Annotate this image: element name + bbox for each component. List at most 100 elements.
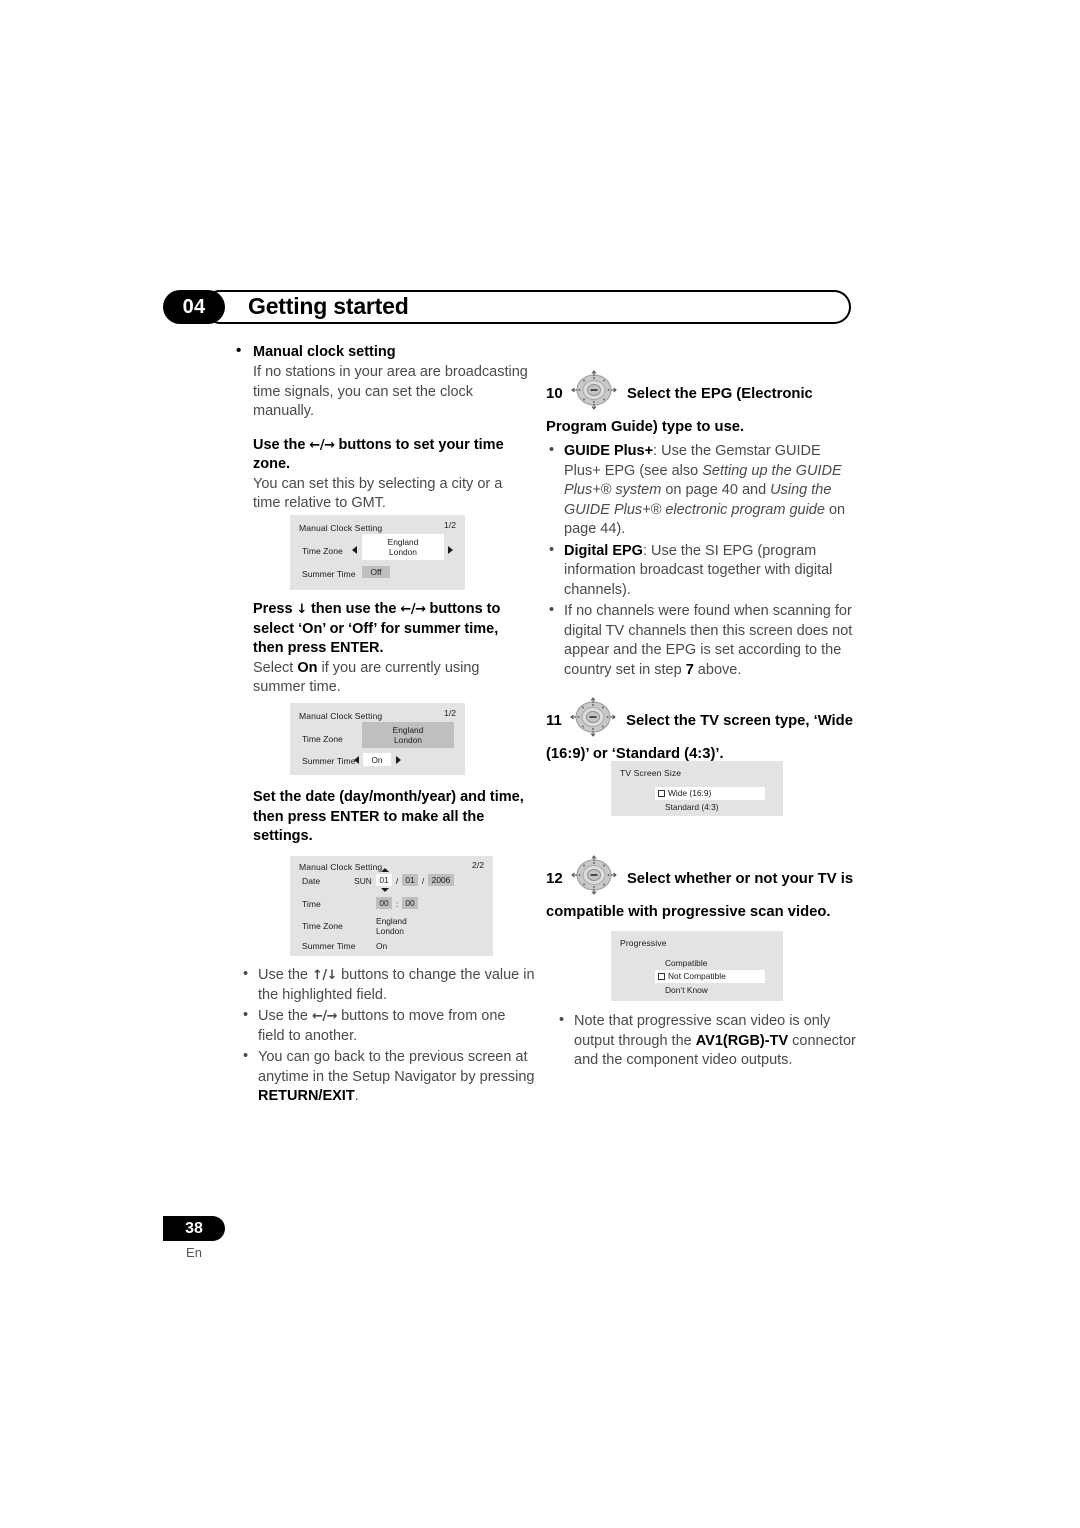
- note3-pre: You can go back to the previous screen a…: [258, 1049, 535, 1085]
- dialog1-right-arrow-icon[interactable]: [448, 546, 453, 554]
- list-item: GUIDE Plus+: Use the Gemstar GUIDE Plus+…: [546, 441, 856, 540]
- dialog2-timezone-line1: England: [392, 725, 424, 735]
- manual-page: 04 Getting started Manual clock setting …: [0, 0, 1080, 1528]
- summer-body-bold: On: [297, 659, 318, 676]
- timezone-heading-pre: Use the: [253, 436, 310, 453]
- dialog1-timezone-field[interactable]: England London: [362, 534, 444, 560]
- list-item: You can go back to the previous screen a…: [240, 1047, 535, 1107]
- left-right-arrow-icon-3: ←/→: [312, 1009, 338, 1024]
- dialog1-summer-label: Summer Time: [302, 569, 356, 579]
- option-dont-know[interactable]: Don‘t Know: [665, 985, 708, 996]
- bullet-guide-plus-b: on page 40 and: [661, 482, 771, 498]
- note3-post: .: [354, 1088, 359, 1104]
- page-footer: 38 En: [163, 1216, 225, 1260]
- step-10-number: 10: [546, 385, 563, 402]
- dialog1-timezone-line2: London: [389, 547, 417, 557]
- summer-heading-a: Press: [253, 601, 297, 617]
- dialog-tv-screen-size: TV Screen Size Wide (16:9) Standard (4:3…: [611, 761, 783, 816]
- step-12-number: 12: [546, 870, 563, 887]
- list-item: Digital EPG: Use the SI EPG (program inf…: [546, 541, 856, 601]
- dialog3-title: Manual Clock Setting: [299, 862, 383, 872]
- dialog3-date-sep1: /: [395, 876, 399, 886]
- dialog3-date-year-field[interactable]: 2006: [428, 874, 454, 886]
- dialog1-title: Manual Clock Setting: [299, 523, 383, 533]
- dialog3-page-indicator: 2/2: [472, 860, 484, 870]
- dialog1-timezone-line1: England: [387, 537, 419, 547]
- summer-step-body: Select On if you are currently using sum…: [231, 659, 531, 698]
- note-list: Use the ↑/↓ buttons to change the value …: [240, 965, 535, 1107]
- list-item: If no channels were found when scanning …: [546, 601, 856, 680]
- dialog3-timezone-line1: England: [376, 916, 407, 926]
- dialog3-date-month-field[interactable]: 01: [402, 874, 418, 886]
- option-compatible[interactable]: Compatible: [665, 958, 707, 969]
- progressive-note-list: Note that progressive scan video is only…: [556, 1011, 856, 1071]
- step-10-bullets: GUIDE Plus+: Use the Gemstar GUIDE Plus+…: [546, 441, 856, 680]
- dialog-tv-title: TV Screen Size: [620, 768, 682, 778]
- dpad-icon: [571, 370, 617, 417]
- step-11-number: 11: [546, 712, 562, 729]
- dialog3-summer-label: Summer Time: [302, 941, 356, 951]
- dialog-manual-clock-2: Manual Clock Setting 1/2 Time Zone Engla…: [290, 703, 465, 775]
- bullet-guide-plus-label: GUIDE Plus+: [564, 443, 654, 459]
- note3-bold: RETURN/EXIT: [258, 1088, 355, 1104]
- left-right-arrow-icon: ←/→: [309, 437, 335, 453]
- step-11-block: 11 Select the TV screen type, ‘Wide (16:…: [546, 697, 861, 765]
- dialog2-page-indicator: 1/2: [444, 708, 456, 718]
- dialog1-left-arrow-icon[interactable]: [352, 546, 357, 554]
- dialog3-date-day-field[interactable]: 01: [376, 874, 392, 886]
- option-wide-16-9[interactable]: Wide (16:9): [655, 787, 765, 800]
- dialog-manual-clock-1: Manual Clock Setting 1/2 Time Zone Engla…: [290, 515, 465, 590]
- right-column: 10 Select the EPG (Electronic Program Gu…: [546, 370, 856, 682]
- dialog2-timezone-label: Time Zone: [302, 734, 343, 744]
- dialog1-summer-field[interactable]: Off: [362, 566, 390, 578]
- bullet-digital-epg-label: Digital EPG: [564, 542, 643, 559]
- left-right-arrow-icon-2: ←/→: [400, 602, 426, 617]
- dialog3-time-sep: :: [395, 899, 399, 909]
- left-column-part2: Press ↓ then use the ←/→ buttons to sele…: [231, 600, 531, 698]
- dialog3-time-min-field[interactable]: 00: [402, 897, 418, 909]
- chapter-badge: 04: [163, 290, 225, 324]
- dpad-icon: [571, 855, 617, 902]
- page-header: 04 Getting started: [163, 290, 853, 324]
- up-down-arrow-icon: ↑/↓: [312, 968, 338, 983]
- list-item: Use the ←/→ buttons to move from one fie…: [240, 1006, 535, 1046]
- down-arrow-icon: ↓: [296, 602, 308, 617]
- dialog3-time-hour-field[interactable]: 00: [376, 897, 392, 909]
- dialog1-timezone-label: Time Zone: [302, 546, 343, 556]
- option-not-compatible[interactable]: Not Compatible: [655, 970, 765, 983]
- list-item: Use the ↑/↓ buttons to change the value …: [240, 965, 535, 1005]
- dialog3-timezone-label: Time Zone: [302, 921, 343, 931]
- dialog3-date-down-arrow-icon[interactable]: [381, 888, 389, 892]
- option-standard-4-3[interactable]: Standard (4:3): [665, 802, 719, 813]
- list-item: Note that progressive scan video is only…: [556, 1011, 856, 1071]
- dialog3-date-up-arrow-icon[interactable]: [381, 868, 389, 872]
- progressive-note-block: Note that progressive scan video is only…: [556, 1011, 856, 1073]
- dpad-icon: [570, 697, 616, 744]
- dialog3-time-label: Time: [302, 899, 321, 909]
- bullet-no-channels-b: above.: [693, 661, 742, 678]
- dialog-progressive-title: Progressive: [620, 938, 667, 948]
- option-not-compatible-label: Not Compatible: [668, 971, 726, 981]
- page-number-badge: 38: [163, 1216, 225, 1241]
- dialog2-timezone-field[interactable]: England London: [362, 722, 454, 748]
- dialog3-date-sep2: /: [421, 876, 425, 886]
- dialog2-timezone-line2: London: [394, 735, 422, 745]
- dialog2-left-arrow-icon[interactable]: [354, 756, 359, 764]
- dialog2-summer-field[interactable]: On: [363, 753, 391, 766]
- left-column-notes: Use the ↑/↓ buttons to change the value …: [240, 965, 535, 1109]
- page-title: Getting started: [248, 293, 409, 319]
- summer-step-heading: Press ↓ then use the ←/→ buttons to sele…: [231, 600, 531, 659]
- step-12: 12 Select whether or not your TV is comp…: [546, 855, 861, 923]
- timezone-step-body: You can set this by selecting a city or …: [253, 475, 503, 512]
- manual-clock-heading: Manual clock setting: [231, 341, 531, 362]
- progressive-note-bold: AV1(RGB)-TV: [695, 1032, 789, 1049]
- left-column-part3: Set the date (day/month/year) and time, …: [231, 788, 531, 847]
- note1-pre: Use the: [258, 967, 312, 983]
- left-column: Manual clock setting If no stations in y…: [231, 341, 531, 514]
- dialog2-right-arrow-icon[interactable]: [396, 756, 401, 764]
- language-code: En: [186, 1245, 202, 1260]
- checkbox-icon: [658, 790, 665, 797]
- dialog3-timezone-line2: London: [376, 926, 404, 936]
- checkbox-icon: [658, 973, 665, 980]
- dialog3-date-label: Date: [302, 876, 321, 886]
